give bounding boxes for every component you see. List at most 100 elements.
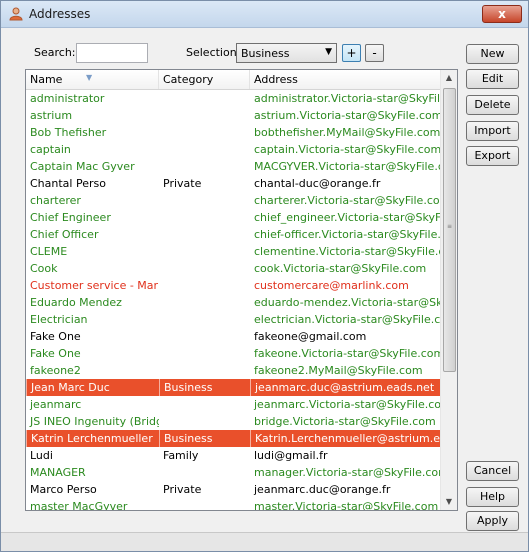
row-address: chantal-duc@orange.fr	[254, 177, 381, 190]
cancel-button[interactable]: Cancel	[466, 461, 519, 481]
table-row[interactable]: fakeone2 fakeone2.MyMail@SkyFile.com	[26, 362, 441, 379]
row-category	[159, 158, 250, 175]
export-button[interactable]: Export	[466, 146, 519, 166]
scroll-up-icon[interactable]: ▲	[441, 70, 457, 86]
row-name: Customer service - Marlink	[30, 279, 159, 292]
column-header-category[interactable]: Category	[159, 70, 250, 89]
row-name: captain	[30, 143, 71, 156]
row-address: jeanmarc.duc@astrium.eads.net	[250, 379, 441, 396]
table-row[interactable]: Chief Officer chief-officer.Victoria-star…	[26, 226, 441, 243]
row-name: Eduardo Mendez	[30, 296, 122, 309]
table-row[interactable]: CLEME clementine.Victoria-star@SkyFile.co…	[26, 243, 441, 260]
row-name: charterer	[30, 194, 81, 207]
selection-label: Selection:	[186, 46, 241, 59]
row-address: administrator.Victoria-star@SkyFile.c...	[254, 92, 441, 105]
row-address: MACGYVER.Victoria-star@SkyFile.com	[254, 160, 441, 173]
row-category	[159, 124, 250, 141]
table-row[interactable]: jeanmarc jeanmarc.Victoria-star@SkyFile.c…	[26, 396, 441, 413]
title-bar[interactable]: Addresses x	[1, 1, 528, 28]
addresses-window: Addresses x Search: Selection: Business …	[0, 0, 529, 552]
row-address: clementine.Victoria-star@SkyFile.com	[254, 245, 441, 258]
table-row[interactable]: Chief Engineer chief_engineer.Victoria-st…	[26, 209, 441, 226]
table-row[interactable]: charterer charterer.Victoria-star@SkyFile…	[26, 192, 441, 209]
row-name: Electrician	[30, 313, 88, 326]
scroll-down-icon[interactable]: ▼	[441, 494, 457, 510]
row-category	[159, 311, 250, 328]
row-name: Ludi	[30, 449, 53, 462]
search-label: Search:	[34, 46, 76, 59]
selection-value: Business	[241, 47, 290, 60]
row-category	[159, 209, 250, 226]
table-row[interactable]: Bob Thefisher bobthefisher.MyMail@SkyFile…	[26, 124, 441, 141]
row-category	[159, 90, 250, 107]
table-row[interactable]: Jean Marc Duc Business jeanmarc.duc@astriu…	[26, 379, 441, 396]
remove-selection-button[interactable]: -	[365, 44, 384, 62]
row-category	[159, 328, 250, 345]
table-row[interactable]: Marco Perso Private jeanmarc.duc@orange.fr	[26, 481, 441, 498]
close-icon: x	[498, 7, 506, 21]
chevron-down-icon: ▼	[325, 47, 332, 57]
row-category	[159, 243, 250, 260]
row-category	[159, 413, 250, 430]
add-selection-button[interactable]: +	[342, 44, 361, 62]
list-rows: administrator administrator.Victoria-star…	[26, 90, 441, 511]
new-button[interactable]: New	[466, 44, 519, 64]
table-row[interactable]: Customer service - Marlink customercare@m…	[26, 277, 441, 294]
table-row[interactable]: Fake One fakeone.Victoria-star@SkyFile.co…	[26, 345, 441, 362]
row-address: jeanmarc.Victoria-star@SkyFile.com	[254, 398, 441, 411]
table-row[interactable]: Captain Mac Gyver MACGYVER.Victoria-star@…	[26, 158, 441, 175]
row-address: fakeone.Victoria-star@SkyFile.com	[254, 347, 441, 360]
row-address: eduardo-mendez.Victoria-star@SkyF...	[254, 296, 441, 309]
table-row[interactable]: Electrician electrician.Victoria-star@Sky…	[26, 311, 441, 328]
table-row[interactable]: Eduardo Mendez eduardo-mendez.Victoria-st…	[26, 294, 441, 311]
column-header-name[interactable]: Name ▼	[26, 70, 159, 89]
row-address: fakeone2.MyMail@SkyFile.com	[254, 364, 423, 377]
row-address: bobthefisher.MyMail@SkyFile.com	[254, 126, 441, 139]
row-category	[159, 362, 250, 379]
apply-button[interactable]: Apply	[466, 511, 519, 531]
column-header-label: Address	[254, 73, 298, 86]
table-row[interactable]: MANAGER manager.Victoria-star@SkyFile.com	[26, 464, 441, 481]
table-row[interactable]: administrator administrator.Victoria-star…	[26, 90, 441, 107]
import-button[interactable]: Import	[466, 121, 519, 141]
row-address: astrium.Victoria-star@SkyFile.com	[254, 109, 441, 122]
row-name: Marco Perso	[30, 483, 97, 496]
row-category	[159, 464, 250, 481]
row-name: jeanmarc	[30, 398, 82, 411]
row-address: cook.Victoria-star@SkyFile.com	[254, 262, 427, 275]
address-list[interactable]: Name ▼ Category Address administrator adm…	[25, 69, 458, 511]
table-row[interactable]: captain captain.Victoria-star@SkyFile.com	[26, 141, 441, 158]
column-header-label: Category	[163, 73, 214, 86]
help-button[interactable]: Help	[466, 487, 519, 507]
row-category: Business	[159, 430, 250, 447]
table-row[interactable]: Ludi Family ludi@gmail.fr	[26, 447, 441, 464]
column-header-label: Name	[30, 73, 63, 86]
row-name: administrator	[30, 92, 105, 105]
status-bar	[1, 532, 528, 551]
selection-dropdown[interactable]: Business ▼	[236, 43, 337, 63]
row-name: astrium	[30, 109, 73, 122]
edit-button[interactable]: Edit	[466, 69, 519, 89]
search-input[interactable]	[76, 43, 148, 63]
table-row[interactable]: JS INEO Ingenuity (Bridge) bridge.Victori…	[26, 413, 441, 430]
row-name: JS INEO Ingenuity (Bridge)	[30, 415, 159, 428]
table-row[interactable]: master MacGyver master.Victoria-star@SkyF…	[26, 498, 441, 511]
row-name: fakeone2	[30, 364, 81, 377]
row-category	[159, 141, 250, 158]
table-row[interactable]: Fake One fakeone@gmail.com	[26, 328, 441, 345]
vertical-scrollbar[interactable]: ▲ ≡ ▼	[440, 70, 457, 510]
row-name: master MacGyver	[30, 500, 128, 511]
row-address: chief-officer.Victoria-star@SkyFile.com	[254, 228, 441, 241]
close-button[interactable]: x	[482, 5, 522, 23]
table-row[interactable]: Cook cook.Victoria-star@SkyFile.com	[26, 260, 441, 277]
row-address: master.Victoria-star@SkyFile.com	[254, 500, 439, 511]
table-row[interactable]: Chantal Perso Private chantal-duc@orange.f…	[26, 175, 441, 192]
scrollbar-thumb[interactable]: ≡	[443, 88, 456, 372]
delete-button[interactable]: Delete	[466, 95, 519, 115]
column-header-address[interactable]: Address	[250, 70, 441, 89]
table-row[interactable]: Katrin Lerchenmueller Business Katrin.Lerc…	[26, 430, 441, 447]
row-address: fakeone@gmail.com	[254, 330, 367, 343]
row-category	[159, 277, 250, 294]
table-row[interactable]: astrium astrium.Victoria-star@SkyFile.com	[26, 107, 441, 124]
row-name: Katrin Lerchenmueller	[26, 430, 159, 447]
